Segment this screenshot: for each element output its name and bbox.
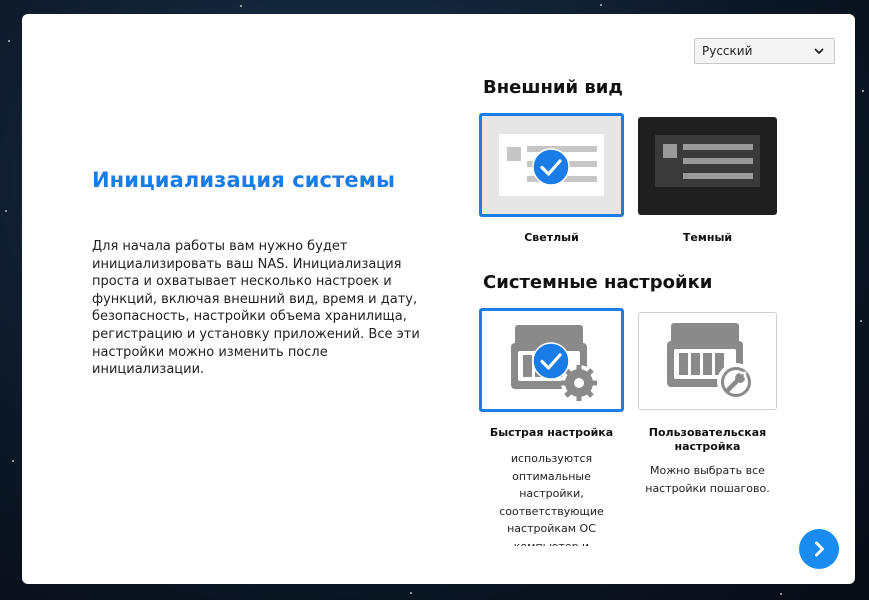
dark-theme-preview-icon bbox=[638, 117, 777, 215]
system-settings-section-title: Системные настройки bbox=[483, 272, 713, 293]
theme-light-card[interactable] bbox=[479, 113, 624, 217]
check-circle-icon bbox=[532, 342, 570, 380]
page-title: Инициализация системы bbox=[92, 168, 396, 192]
init-dialog: Русский Инициализация системы Для начала… bbox=[22, 14, 855, 584]
appearance-section-title: Внешний вид bbox=[483, 77, 623, 98]
custom-setup-description: Можно выбрать все настройки пошагово. bbox=[645, 464, 770, 495]
theme-dark-card[interactable] bbox=[638, 117, 777, 215]
quick-setup-description-viewport[interactable]: используются оптимальные настройки, соот… bbox=[479, 450, 624, 546]
quick-setup-label: Быстрая настройка bbox=[489, 426, 614, 439]
quick-setup-card[interactable] bbox=[479, 308, 624, 412]
chevron-right-icon bbox=[815, 541, 824, 557]
custom-setup-label: Пользовательская настройка bbox=[648, 426, 767, 453]
language-select[interactable]: Русский bbox=[694, 38, 835, 64]
next-button[interactable] bbox=[799, 529, 839, 569]
intro-description: Для начала работы вам нужно будет инициа… bbox=[92, 239, 420, 378]
language-select-value: Русский bbox=[702, 44, 753, 58]
check-circle-icon bbox=[532, 148, 570, 186]
theme-light-label: Светлый bbox=[524, 231, 579, 244]
chevron-down-icon bbox=[814, 48, 824, 54]
quick-setup-description: используются оптимальные настройки, соот… bbox=[499, 452, 604, 546]
custom-setup-card[interactable] bbox=[638, 312, 777, 410]
nas-wrench-icon bbox=[639, 313, 776, 409]
theme-dark-label: Темный bbox=[682, 231, 733, 244]
